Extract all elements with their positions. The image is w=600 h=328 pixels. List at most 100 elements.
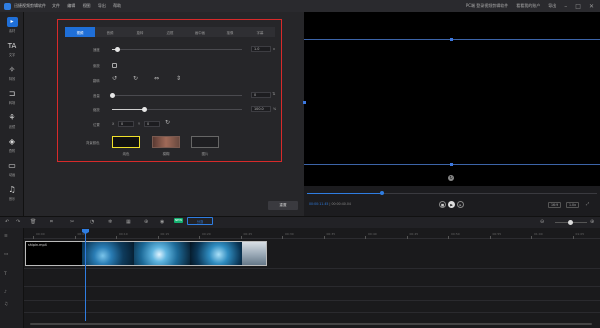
menu-edit[interactable]: 编辑 (67, 3, 75, 8)
bg-option-blur[interactable] (152, 136, 180, 148)
timeline-scrollbar[interactable] (30, 323, 592, 325)
close-icon[interactable]: ✕ (589, 3, 594, 10)
speed-icon[interactable]: ◔ (90, 219, 94, 225)
pos-x-input[interactable]: 0 (118, 121, 134, 127)
reset-button[interactable]: 重置 (268, 201, 298, 210)
stop-button[interactable]: ■ (439, 201, 446, 208)
pos-y-input[interactable]: 0 (144, 121, 160, 127)
zoom-tool-icon[interactable]: ⊕ (144, 219, 148, 225)
resize-handle-bottom[interactable] (450, 163, 453, 166)
voice-track-icon[interactable]: ♫ (4, 302, 8, 307)
export-button[interactable]: 导出 (548, 3, 556, 9)
ratio-select[interactable]: 16:9 (548, 202, 562, 208)
rotate-label: 翻转 (93, 79, 100, 83)
sidebar-item-text[interactable]: TA 文字 (0, 38, 24, 60)
ruler-tick-label: 00:40 (368, 232, 377, 236)
text-track-icon[interactable]: T (4, 272, 7, 277)
zoom-out-icon[interactable]: ⊖ (540, 219, 544, 225)
rotate-handle-icon[interactable]: ↻ (448, 175, 454, 181)
volume-slider-track[interactable] (112, 95, 242, 96)
ruler-tick-mark (33, 236, 34, 239)
flip-horizontal-icon[interactable]: ⇔ (154, 75, 159, 82)
split-button[interactable]: 分割 (187, 217, 213, 225)
resize-handle-left[interactable] (303, 101, 306, 104)
music-track-icon[interactable]: ♪ (4, 290, 7, 295)
bg-option-solid[interactable] (112, 136, 140, 148)
scale-label: 缩放 (93, 108, 100, 112)
app-title: 迅捷视频剪辑软件 (14, 3, 46, 8)
tab-audio[interactable]: 音频 (95, 27, 125, 37)
time-ruler[interactable] (24, 229, 600, 239)
tab-border[interactable]: 边框 (155, 27, 185, 37)
rotate-right-icon[interactable]: ↻ (133, 75, 138, 82)
timeline-zoom-knob[interactable] (568, 220, 573, 225)
speed-input[interactable]: 1.0 (251, 46, 271, 52)
split-icon[interactable]: ✂ (70, 219, 74, 225)
timecode: 00:00:11.45 | 00:00:40.04 (309, 202, 351, 206)
app-window: 迅捷视频剪辑软件 文件 编辑 视图 导出 帮助 PC端 登录视频剪辑软件 看看我… (0, 0, 600, 328)
play-button[interactable]: ▶ (448, 201, 455, 208)
mosaic-icon[interactable]: ▦ (126, 219, 131, 225)
redo-icon[interactable]: ↷ (16, 219, 20, 225)
user-account[interactable]: 看看我的账户 (516, 3, 540, 9)
menu-bar: 文件 编辑 视图 导出 帮助 (52, 3, 127, 9)
volume-input[interactable]: 0 (251, 92, 271, 98)
rotate-left-icon[interactable]: ↺ (112, 75, 117, 82)
menu-export[interactable]: 导出 (98, 3, 106, 8)
zoom-in-icon[interactable]: ⊕ (590, 219, 594, 225)
menu-help[interactable]: 帮助 (113, 3, 121, 8)
sidebar-item-effect[interactable]: ✧ 特效 (0, 62, 24, 84)
sidebar-item-transition[interactable]: ⊐ 转场 (0, 86, 24, 108)
resize-handle-top[interactable] (450, 38, 453, 41)
speed-slider-knob[interactable] (114, 47, 120, 52)
sidebar-item-import[interactable]: ▸ 素材 (0, 14, 24, 36)
total-time: 00:00:40.04 (331, 202, 351, 206)
video-clip[interactable]: shipin.mp4 (25, 241, 267, 266)
video-track-icon[interactable]: ▭ (4, 252, 8, 257)
notice-text[interactable]: PC端 登录视频剪辑软件 (466, 3, 508, 9)
tab-keying[interactable]: 抠像 (215, 27, 245, 37)
menu-view[interactable]: 视图 (83, 3, 91, 8)
playhead[interactable] (85, 229, 86, 321)
delete-icon[interactable]: 🗑 (30, 219, 36, 225)
minimize-icon[interactable]: – (564, 3, 567, 10)
ruler-tick-label: 00:35 (326, 232, 336, 236)
volume-stepper[interactable]: ⇅ (272, 91, 275, 96)
tab-pip[interactable]: 画中画 (185, 27, 215, 37)
ruler-tick-mark (531, 236, 532, 239)
transition-icon: ⊐ (8, 89, 16, 98)
title-bar: 迅捷视频剪辑软件 文件 编辑 视图 导出 帮助 PC端 登录视频剪辑软件 看看我… (0, 0, 600, 12)
scale-input[interactable]: 100.0 (251, 106, 271, 112)
property-tabs: 视频 音频 旋转 边框 画中画 抠像 字幕 (65, 27, 275, 37)
background-label: 背景颜色 (86, 141, 100, 145)
maximize-icon[interactable]: □ (575, 3, 581, 10)
flip-vertical-icon[interactable]: ⇕ (176, 75, 181, 82)
reset-position-icon[interactable]: ↻ (165, 119, 170, 126)
reverse-checkbox[interactable] (112, 63, 117, 68)
effect-icon: ✧ (8, 65, 16, 74)
sidebar-item-label: 特效 (8, 77, 16, 81)
undo-icon[interactable]: ↶ (5, 219, 9, 225)
app-logo (4, 2, 11, 10)
menu-file[interactable]: 文件 (52, 3, 60, 8)
freeze-icon[interactable]: ❄ (108, 219, 112, 225)
record-icon[interactable]: ◉ (160, 219, 164, 225)
tab-rotate[interactable]: 旋转 (125, 27, 155, 37)
sidebar-item-filter[interactable]: ⚘ 滤镜 (0, 110, 24, 132)
scale-slider-knob[interactable] (142, 107, 147, 112)
bg-option-image[interactable] (191, 136, 219, 148)
fullscreen-icon[interactable]: ⤢ (586, 201, 589, 206)
speed-slider-track[interactable] (112, 49, 242, 50)
ruler-tick-label: 00:00 (36, 232, 45, 236)
crop-icon[interactable]: ⌗ (50, 219, 53, 225)
zoom-select[interactable]: 1.0x (566, 202, 579, 208)
tab-video[interactable]: 视频 (65, 27, 95, 37)
bg-option-image-label: 图片 (201, 152, 209, 156)
next-frame-button[interactable]: ▸ (457, 201, 464, 208)
volume-slider-knob[interactable] (109, 93, 115, 98)
tab-subtitle[interactable]: 字幕 (245, 27, 275, 37)
sidebar-item-animation[interactable]: ▭ 动画 (0, 158, 24, 180)
sidebar-item-overlay[interactable]: ◈ 叠附 (0, 134, 24, 156)
track-menu-icon[interactable]: ≡ (4, 234, 8, 239)
sidebar-item-music[interactable]: ♫ 音乐 (0, 182, 24, 204)
